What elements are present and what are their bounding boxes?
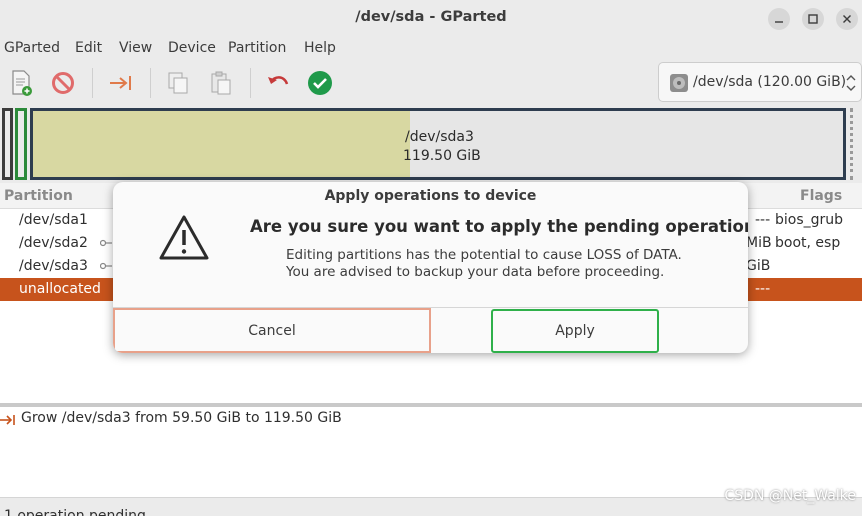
close-button[interactable]	[836, 8, 858, 30]
toolbar-separator	[250, 68, 251, 98]
partition-flags: bios_grub	[775, 212, 844, 228]
warning-icon	[159, 215, 209, 260]
window-title: /dev/sda - GParted	[355, 9, 507, 25]
cancel-button[interactable]: Cancel	[113, 308, 431, 353]
menu-device[interactable]: Device	[168, 40, 216, 56]
partition-name: /dev/sda1	[19, 212, 88, 228]
device-selector[interactable]: /dev/sda (120.00 GiB)	[658, 62, 862, 102]
disk-map-sda1[interactable]	[2, 108, 13, 180]
disk-map-partition-size: 119.50 GiB	[403, 148, 481, 164]
copy-icon	[168, 72, 188, 94]
undo-button[interactable]	[261, 66, 295, 100]
new-document-icon	[12, 70, 32, 96]
minimize-icon	[775, 21, 783, 23]
disk-map-unallocated[interactable]	[850, 108, 862, 180]
title-bar: /dev/sda - GParted	[0, 0, 862, 36]
toolbar-separator	[92, 68, 93, 98]
dialog-message-line1: Editing partitions has the potential to …	[286, 247, 682, 263]
device-label: /dev/sda (120.00 GiB)	[693, 74, 847, 90]
new-partition-button[interactable]	[4, 66, 38, 100]
column-partition[interactable]: Partition	[4, 188, 73, 204]
maximize-button[interactable]	[802, 8, 824, 30]
column-flags[interactable]: Flags	[800, 188, 842, 204]
operation-text: Grow /dev/sda3 from 59.50 GiB to 119.50 …	[21, 410, 342, 426]
partition-name: /dev/sda3	[19, 258, 88, 274]
undo-icon	[268, 76, 289, 85]
row-value: ---	[755, 212, 771, 228]
used-space-bar	[33, 111, 410, 177]
copy-button[interactable]	[161, 66, 195, 100]
dialog-heading: Are you sure you want to apply the pendi…	[250, 217, 748, 236]
minimize-button[interactable]	[768, 8, 790, 30]
menu-edit[interactable]: Edit	[75, 40, 102, 56]
partition-name: /dev/sda2	[19, 235, 88, 251]
disk-icon	[670, 74, 688, 92]
paste-icon	[211, 71, 231, 95]
status-text: 1 operation pending	[4, 508, 146, 516]
chevron-updown-icon	[846, 75, 856, 91]
toolbar: /dev/sda (120.00 GiB)	[0, 62, 862, 104]
menu-partition[interactable]: Partition	[228, 40, 286, 56]
disk-map: /dev/sda3 119.50 GiB	[0, 104, 862, 180]
row-value: GiB	[746, 258, 771, 274]
resize-move-button[interactable]	[104, 66, 138, 100]
operations-pane: Grow /dev/sda3 from 59.50 GiB to 119.50 …	[0, 407, 862, 497]
paste-button[interactable]	[204, 66, 238, 100]
close-icon	[843, 15, 851, 23]
menu-view[interactable]: View	[119, 40, 152, 56]
partition-name: unallocated	[19, 281, 101, 297]
key-icon	[100, 239, 112, 247]
row-value: ---	[755, 281, 771, 297]
checkmark-icon	[308, 71, 332, 95]
apply-button[interactable]: Apply	[491, 309, 659, 353]
apply-all-button[interactable]	[303, 66, 337, 100]
disk-map-partition-name: /dev/sda3	[405, 129, 474, 145]
disk-map-sda3[interactable]: /dev/sda3 119.50 GiB	[30, 108, 846, 180]
menu-help[interactable]: Help	[304, 40, 336, 56]
delete-partition-button[interactable]	[46, 66, 80, 100]
grow-arrow-icon	[0, 415, 15, 425]
maximize-icon	[808, 14, 818, 24]
menu-gparted[interactable]: GParted	[4, 40, 60, 56]
watermark: CSDN @Net_Walke	[724, 488, 856, 504]
apply-confirm-dialog: Apply operations to device Are you sure …	[113, 182, 748, 353]
resize-move-icon	[110, 76, 131, 90]
disk-map-sda2[interactable]	[15, 108, 27, 180]
dialog-message-line2: You are advised to backup your data befo…	[286, 264, 665, 280]
row-value: MiB	[746, 235, 772, 251]
toolbar-separator	[150, 68, 151, 98]
delete-icon	[52, 72, 74, 94]
key-icon	[100, 262, 112, 270]
dialog-title: Apply operations to device	[324, 188, 537, 204]
partition-flags: boot, esp	[775, 235, 841, 251]
